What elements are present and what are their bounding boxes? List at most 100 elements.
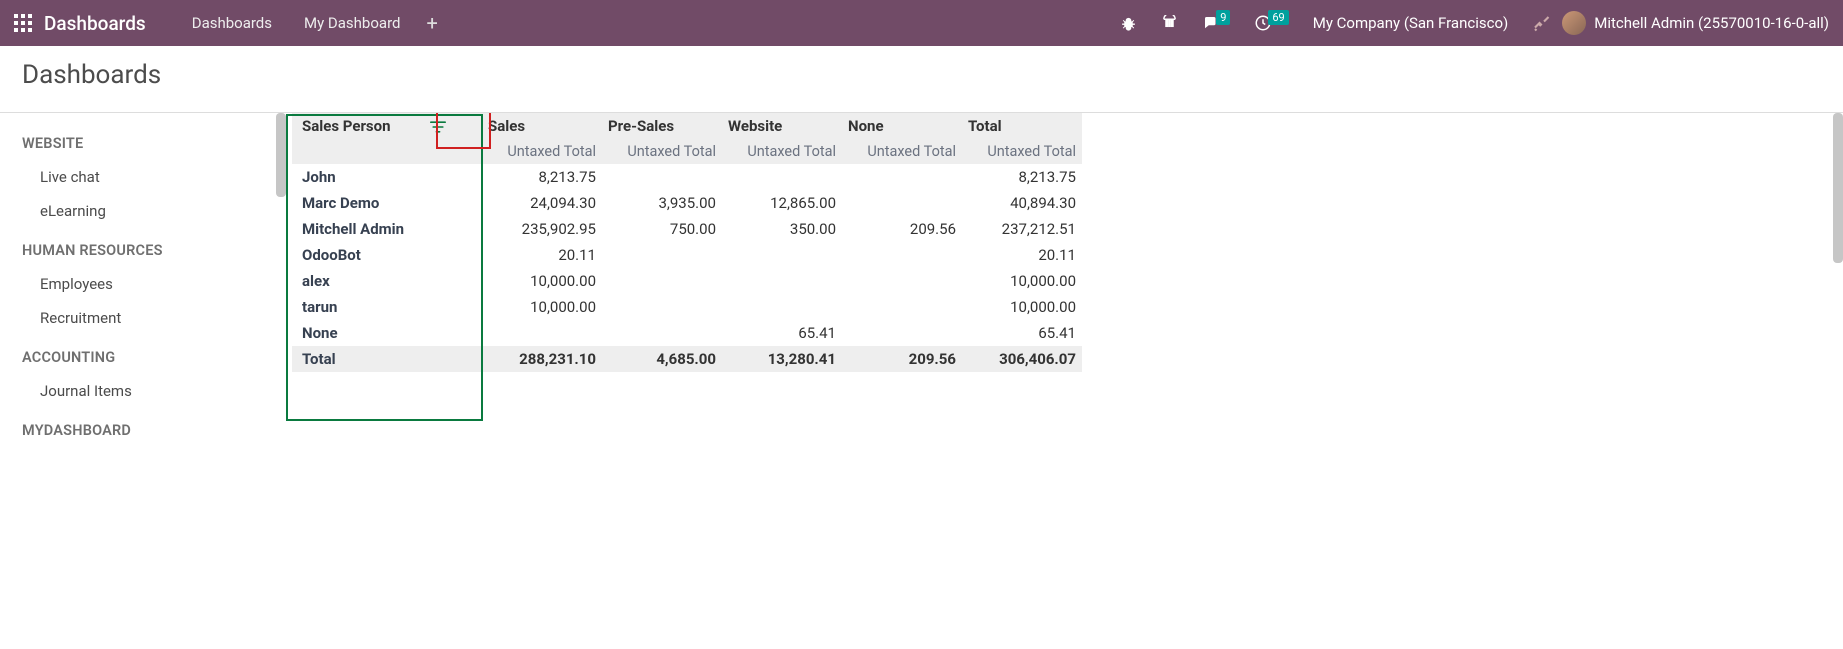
cell-value bbox=[602, 294, 722, 320]
cell-value: 40,894.30 bbox=[962, 190, 1082, 216]
total-label[interactable]: Total bbox=[292, 346, 482, 372]
cell-value: 3,935.00 bbox=[602, 190, 722, 216]
sidebar-item[interactable]: eLearning bbox=[22, 194, 286, 228]
cell-value bbox=[842, 164, 962, 190]
pivot-table: Sales Person Sales Pre-Sales Website Non… bbox=[292, 113, 1082, 372]
sub-sales: Untaxed Total bbox=[482, 139, 602, 164]
pivot-row-header-label: Sales Person bbox=[302, 117, 391, 135]
col-total[interactable]: Total bbox=[962, 113, 1082, 139]
cell-value: 8,213.75 bbox=[962, 164, 1082, 190]
tools-icon[interactable] bbox=[1520, 14, 1562, 32]
sidebar-scrollbar[interactable] bbox=[276, 113, 286, 197]
cell-value: 10,000.00 bbox=[962, 268, 1082, 294]
cell-value bbox=[602, 242, 722, 268]
cell-value bbox=[602, 268, 722, 294]
cell-value bbox=[722, 164, 842, 190]
cell-value bbox=[722, 294, 842, 320]
cell-value: 20.11 bbox=[962, 242, 1082, 268]
user-menu[interactable]: Mitchell Admin (25570010-16-0-all) bbox=[1562, 11, 1829, 35]
main-pivot-area: Sales Person Sales Pre-Sales Website Non… bbox=[286, 113, 1843, 649]
activities-badge: 69 bbox=[1268, 10, 1288, 25]
sidebar-item[interactable]: Recruitment bbox=[22, 301, 286, 335]
cell-value bbox=[842, 294, 962, 320]
add-dashboard-icon[interactable]: + bbox=[416, 11, 447, 35]
cell-value bbox=[722, 268, 842, 294]
nav-my-dashboard[interactable]: My Dashboard bbox=[288, 6, 416, 40]
sidebar-item[interactable]: Journal Items bbox=[22, 374, 286, 408]
cell-value: 237,212.51 bbox=[962, 216, 1082, 242]
cell-value: 24,094.30 bbox=[482, 190, 602, 216]
page-title: Dashboards bbox=[0, 46, 1843, 104]
main-scrollbar-track bbox=[1833, 113, 1843, 649]
calendar-icon[interactable] bbox=[1149, 15, 1190, 32]
cell-value bbox=[842, 320, 962, 346]
sidebar: WEBSITE Live chateLearning HUMAN RESOURCES… bbox=[0, 113, 286, 649]
table-row: OdooBot20.1120.11 bbox=[292, 242, 1082, 268]
content-area: WEBSITE Live chateLearning HUMAN RESOURCES… bbox=[0, 113, 1843, 649]
row-label[interactable]: alex bbox=[292, 268, 482, 294]
main-scrollbar[interactable] bbox=[1833, 113, 1843, 263]
cell-value: 350.00 bbox=[722, 216, 842, 242]
cell-value bbox=[842, 242, 962, 268]
row-label[interactable]: Marc Demo bbox=[292, 190, 482, 216]
sub-presales: Untaxed Total bbox=[602, 139, 722, 164]
cell-value: 65.41 bbox=[962, 320, 1082, 346]
cell-value bbox=[842, 190, 962, 216]
cell-value: 8,213.75 bbox=[482, 164, 602, 190]
table-row: tarun10,000.0010,000.00 bbox=[292, 294, 1082, 320]
sidebar-group: HUMAN RESOURCES bbox=[22, 242, 286, 259]
nav-dashboards[interactable]: Dashboards bbox=[176, 6, 288, 40]
cell-value: 65.41 bbox=[722, 320, 842, 346]
total-cell: 288,231.10 bbox=[482, 346, 602, 372]
row-label[interactable]: OdooBot bbox=[292, 242, 482, 268]
cell-value bbox=[482, 320, 602, 346]
company-selector[interactable]: My Company (San Francisco) bbox=[1313, 14, 1508, 32]
activities-icon[interactable]: 69 bbox=[1242, 14, 1300, 32]
top-navbar: Dashboards Dashboards My Dashboard + 9 6… bbox=[0, 0, 1843, 46]
table-row: Marc Demo24,094.303,935.0012,865.00 40,89… bbox=[292, 190, 1082, 216]
total-cell: 4,685.00 bbox=[602, 346, 722, 372]
row-label[interactable]: None bbox=[292, 320, 482, 346]
total-cell: 209.56 bbox=[842, 346, 962, 372]
row-label[interactable]: Mitchell Admin bbox=[292, 216, 482, 242]
table-row: alex10,000.0010,000.00 bbox=[292, 268, 1082, 294]
col-none[interactable]: None bbox=[842, 113, 962, 139]
cell-value bbox=[602, 320, 722, 346]
sidebar-group: MYDASHBOARD bbox=[22, 422, 286, 439]
discuss-badge: 9 bbox=[1216, 10, 1230, 25]
cell-value bbox=[842, 268, 962, 294]
app-brand[interactable]: Dashboards bbox=[44, 12, 146, 35]
cell-value bbox=[602, 164, 722, 190]
sidebar-group: WEBSITE bbox=[22, 135, 286, 152]
cell-value: 10,000.00 bbox=[482, 268, 602, 294]
bug-icon[interactable] bbox=[1108, 15, 1149, 32]
table-row: None 65.41 65.41 bbox=[292, 320, 1082, 346]
user-name: Mitchell Admin (25570010-16-0-all) bbox=[1594, 14, 1829, 32]
cell-value: 750.00 bbox=[602, 216, 722, 242]
total-cell: 306,406.07 bbox=[962, 346, 1082, 372]
cell-value: 10,000.00 bbox=[962, 294, 1082, 320]
filter-icon[interactable] bbox=[430, 120, 446, 134]
total-cell: 13,280.41 bbox=[722, 346, 842, 372]
col-sales[interactable]: Sales bbox=[482, 113, 602, 139]
row-label[interactable]: tarun bbox=[292, 294, 482, 320]
sidebar-item[interactable]: Employees bbox=[22, 267, 286, 301]
sub-none: Untaxed Total bbox=[842, 139, 962, 164]
sidebar-group: ACCOUNTING bbox=[22, 349, 286, 366]
sidebar-item[interactable]: Live chat bbox=[22, 160, 286, 194]
pivot-row-header[interactable]: Sales Person bbox=[292, 113, 482, 139]
apps-icon[interactable] bbox=[14, 14, 32, 32]
avatar bbox=[1562, 11, 1586, 35]
table-row: Mitchell Admin235,902.95750.00350.00209.… bbox=[292, 216, 1082, 242]
cell-value: 235,902.95 bbox=[482, 216, 602, 242]
sub-total: Untaxed Total bbox=[962, 139, 1082, 164]
discuss-icon[interactable]: 9 bbox=[1190, 14, 1242, 32]
cell-value: 20.11 bbox=[482, 242, 602, 268]
col-website[interactable]: Website bbox=[722, 113, 842, 139]
row-label[interactable]: John bbox=[292, 164, 482, 190]
total-row: Total288,231.104,685.0013,280.41209.5630… bbox=[292, 346, 1082, 372]
cell-value: 12,865.00 bbox=[722, 190, 842, 216]
col-presales[interactable]: Pre-Sales bbox=[602, 113, 722, 139]
cell-value: 10,000.00 bbox=[482, 294, 602, 320]
cell-value: 209.56 bbox=[842, 216, 962, 242]
